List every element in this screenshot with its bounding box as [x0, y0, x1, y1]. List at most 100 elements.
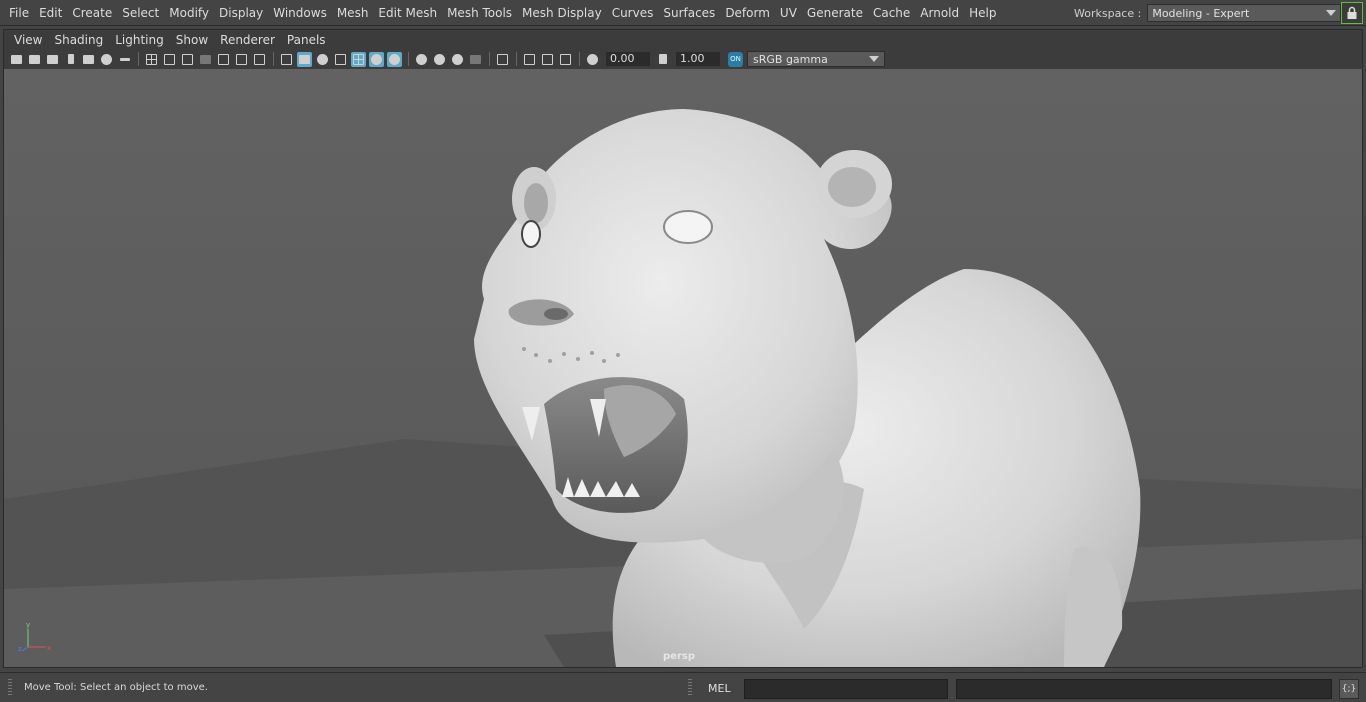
xray-joints-button[interactable] — [540, 52, 555, 67]
workspace-label: Workspace : — [1074, 6, 1142, 20]
panel-toolbar: 0.00 1.00 ON sRGB gamma — [4, 50, 1362, 68]
main-menubar: File Edit Create Select Modify Display W… — [0, 0, 1366, 26]
menu-modify[interactable]: Modify — [164, 4, 214, 22]
help-line-message: Move Tool: Select an object to move. — [24, 682, 208, 693]
exposure-field[interactable]: 0.00 — [606, 52, 650, 66]
panel-menu-lighting[interactable]: Lighting — [109, 33, 170, 47]
panel-menu-view[interactable]: View — [8, 33, 48, 47]
drag-handle[interactable] — [8, 679, 12, 697]
backface-culling-button[interactable] — [558, 52, 573, 67]
depth-of-field-button[interactable] — [468, 52, 483, 67]
grid-button[interactable] — [144, 52, 159, 67]
menu-arnold[interactable]: Arnold — [915, 4, 964, 22]
film-gate-button[interactable] — [162, 52, 177, 67]
shadows-icon — [389, 53, 400, 65]
menu-uv[interactable]: UV — [775, 4, 802, 22]
xray-button[interactable] — [522, 52, 537, 67]
workspace-value: Modeling - Expert — [1152, 6, 1250, 20]
wireframe-on-shaded-button[interactable] — [333, 52, 348, 67]
image-plane-button[interactable] — [81, 52, 96, 67]
exposure-reset-button[interactable] — [585, 52, 600, 67]
resolution-gate-button[interactable] — [180, 52, 195, 67]
color-management-toggle[interactable]: ON — [728, 51, 743, 67]
menu-mesh[interactable]: Mesh — [332, 4, 374, 22]
bookmark-icon — [67, 54, 74, 64]
panel-menu-show[interactable]: Show — [170, 33, 214, 47]
axis-y-label: y — [26, 621, 30, 629]
camera-attributes-button[interactable] — [27, 52, 42, 67]
gate-mask-button[interactable] — [198, 52, 213, 67]
safe-action-button[interactable] — [234, 52, 249, 67]
gamma-field[interactable]: 1.00 — [676, 52, 720, 66]
field-chart-button[interactable] — [216, 52, 231, 67]
wireframe-cube-icon — [281, 53, 292, 65]
panel-menu-shading[interactable]: Shading — [48, 33, 109, 47]
menu-select[interactable]: Select — [117, 4, 164, 22]
grid-icon — [146, 53, 157, 65]
command-language-toggle[interactable]: MEL — [708, 682, 731, 695]
wireframe-on-shaded-icon — [335, 53, 346, 65]
menu-help[interactable]: Help — [964, 4, 1001, 22]
select-camera-button[interactable] — [9, 52, 24, 67]
toolbar-separator — [579, 52, 580, 66]
viewport-panel: View Shading Lighting Show Renderer Pane… — [3, 29, 1363, 668]
resolution-gate-icon — [182, 53, 193, 65]
wireframe-button[interactable] — [279, 52, 294, 67]
textured-button[interactable] — [351, 51, 366, 67]
menu-deform[interactable]: Deform — [720, 4, 775, 22]
view-transform-value: sRGB gamma — [753, 52, 828, 66]
safe-title-button[interactable] — [252, 52, 267, 67]
creature-ear-left-inner — [524, 183, 548, 223]
viewport-scene — [4, 109, 1362, 667]
menu-display[interactable]: Display — [214, 4, 268, 22]
workspace-dropdown[interactable]: Modeling - Expert — [1147, 4, 1342, 22]
script-editor-button[interactable]: {;} — [1339, 679, 1359, 699]
backface-culling-icon — [560, 53, 571, 65]
field-chart-icon — [218, 53, 229, 65]
two-d-pan-zoom-button[interactable] — [99, 52, 114, 67]
bookmark-button[interactable] — [63, 52, 78, 67]
gamma-reset-button[interactable] — [655, 52, 670, 67]
creature-eye-right — [663, 210, 713, 244]
isolate-select-button[interactable] — [495, 52, 510, 67]
creature-nostril — [544, 308, 568, 320]
motion-blur-button[interactable] — [432, 52, 447, 67]
camera-sequencer-button[interactable] — [45, 52, 60, 67]
safe-action-icon — [236, 53, 247, 65]
menu-edit[interactable]: Edit — [34, 4, 67, 22]
use-all-lights-button[interactable] — [369, 51, 384, 67]
menu-curves[interactable]: Curves — [607, 4, 659, 22]
smooth-shade-button[interactable] — [297, 51, 312, 67]
toolbar-separator — [489, 52, 490, 66]
default-material-icon — [317, 53, 328, 65]
workspace-lock-button[interactable] — [1341, 2, 1363, 24]
command-line-input[interactable] — [744, 679, 948, 699]
anti-aliasing-button[interactable] — [450, 52, 465, 67]
film-gate-icon — [164, 53, 175, 65]
view-transform-dropdown[interactable]: sRGB gamma — [747, 51, 885, 67]
panel-menu-panels[interactable]: Panels — [281, 33, 332, 47]
toolbar-separator — [408, 52, 409, 66]
gamma-icon — [658, 54, 667, 64]
menu-surfaces[interactable]: Surfaces — [658, 4, 720, 22]
menu-cache[interactable]: Cache — [868, 4, 915, 22]
creature-ear-right-inner — [828, 167, 876, 207]
default-material-button[interactable] — [315, 52, 330, 67]
grease-pencil-button[interactable] — [117, 52, 132, 67]
menu-file[interactable]: File — [4, 4, 34, 22]
menu-create[interactable]: Create — [67, 4, 117, 22]
ambient-occlusion-icon — [416, 53, 427, 65]
menu-edit-mesh[interactable]: Edit Mesh — [373, 4, 442, 22]
menu-mesh-display[interactable]: Mesh Display — [517, 4, 607, 22]
3d-viewport[interactable]: persp y x z — [4, 69, 1362, 667]
menu-generate[interactable]: Generate — [802, 4, 868, 22]
panel-menu-renderer[interactable]: Renderer — [214, 33, 281, 47]
isolate-select-icon — [497, 53, 508, 65]
menu-windows[interactable]: Windows — [268, 4, 332, 22]
shadows-button[interactable] — [387, 51, 402, 67]
anti-aliasing-icon — [452, 53, 463, 65]
drag-handle[interactable] — [688, 679, 692, 697]
screen-space-ao-button[interactable] — [414, 52, 429, 67]
menu-mesh-tools[interactable]: Mesh Tools — [442, 4, 517, 22]
chevron-down-icon — [869, 56, 879, 62]
